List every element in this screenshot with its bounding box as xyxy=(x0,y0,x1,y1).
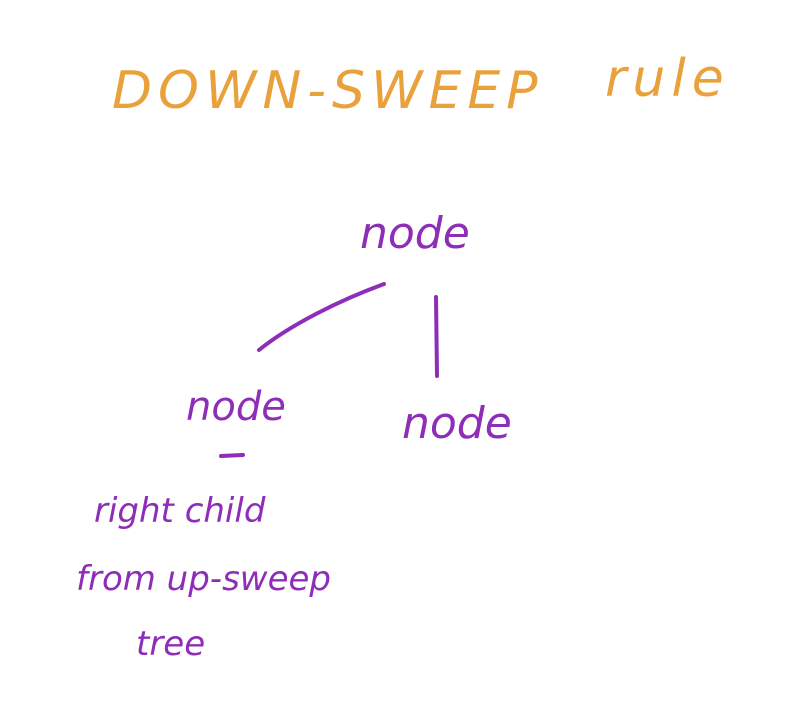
whiteboard-canvas: DOWN-SWEEP rule node node node right chi… xyxy=(0,0,809,715)
annotation-line-3: tree xyxy=(136,624,205,664)
diagram-svg: DOWN-SWEEP rule node node node right chi… xyxy=(76,49,730,664)
right-node-label: node xyxy=(402,398,512,449)
edge-root-to-right xyxy=(434,295,439,378)
annotation-line-1: right child xyxy=(94,491,266,531)
left-node-label: node xyxy=(186,384,286,430)
annotation-line-2: from up-sweep xyxy=(76,559,331,599)
edge-root-to-left xyxy=(257,282,386,352)
diagram-title-suffix: rule xyxy=(605,49,730,109)
root-node-label: node xyxy=(360,208,470,259)
diagram-title: DOWN-SWEEP xyxy=(112,61,544,121)
left-node-underline xyxy=(219,453,245,458)
